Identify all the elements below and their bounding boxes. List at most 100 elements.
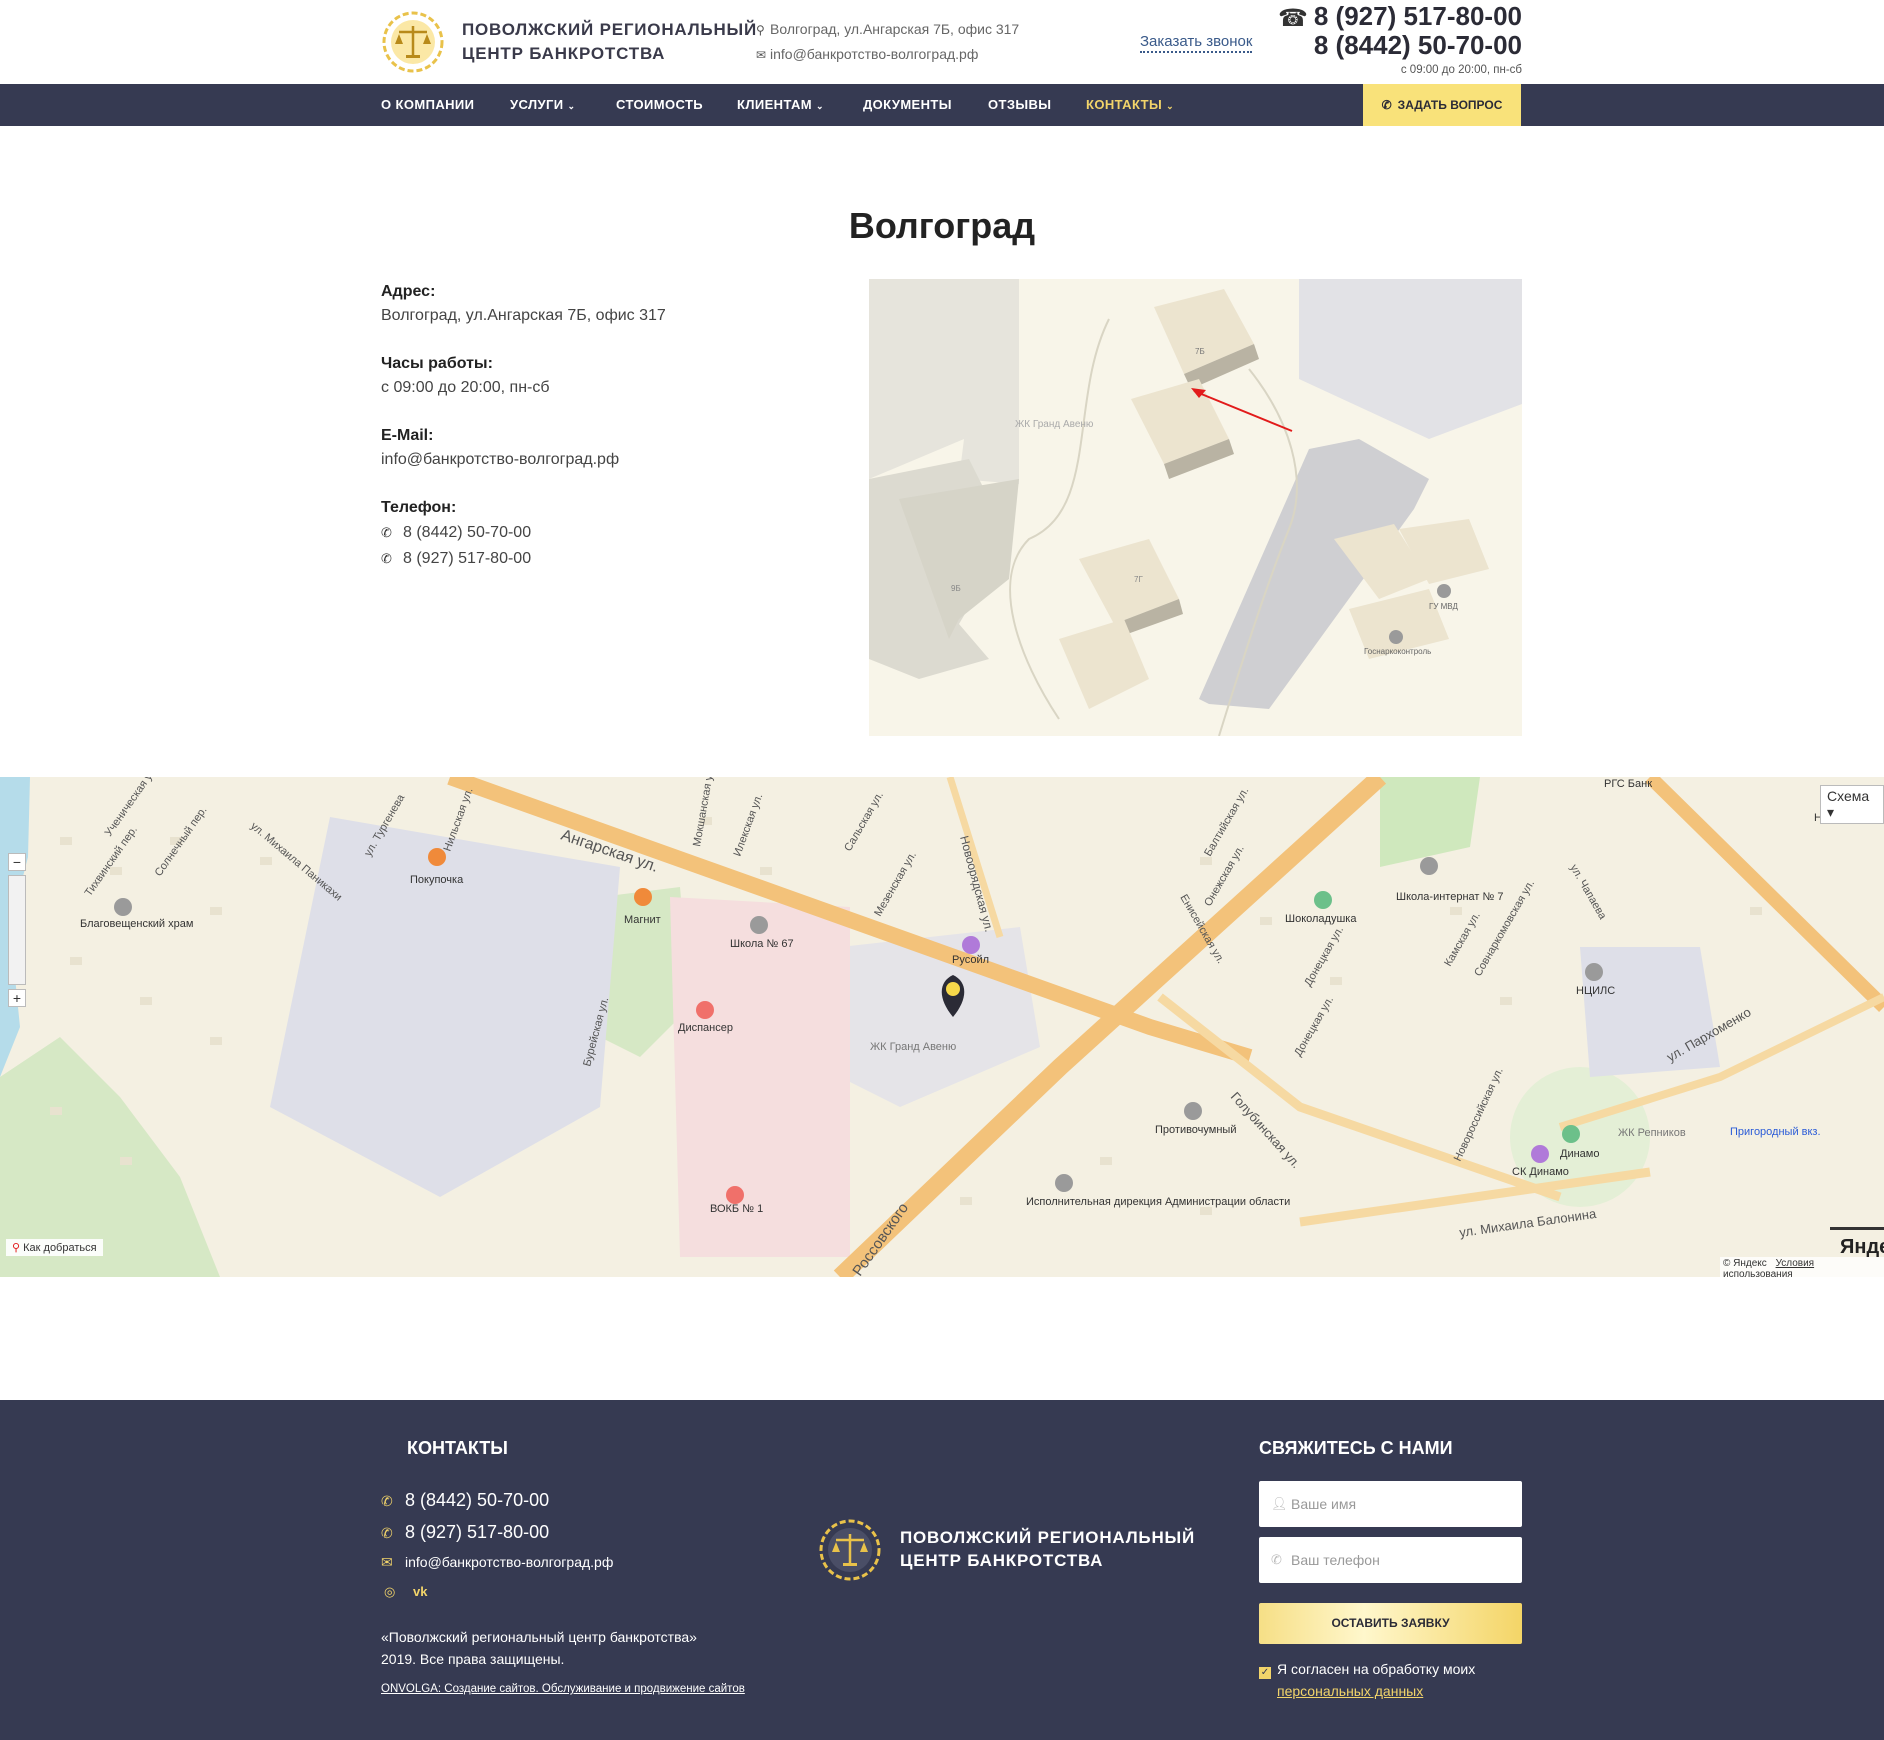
site-name-line1: Поволжский региональный	[462, 20, 757, 39]
email-label: E-Mail:	[381, 427, 434, 444]
map-poi-label: Школа-интернат № 7	[1396, 891, 1503, 903]
scales-logo-icon[interactable]	[381, 10, 445, 74]
site-name-line2: центр банкротства	[462, 44, 666, 63]
copyright-line1: «Поволжский региональный центр банкротст…	[381, 1629, 697, 1645]
header-contacts: ⚲ Волгоград, ул.Ангарская 7Б, офис 317 ✉ i…	[756, 17, 1019, 67]
nav-documents[interactable]: Документы	[863, 84, 952, 126]
user-icon: 👤︎	[1271, 1496, 1288, 1511]
nav-about[interactable]: О компании	[381, 84, 474, 126]
chevron-down-icon: ⌄	[1166, 101, 1175, 111]
map-poi-label: ВОКБ № 1	[710, 1203, 763, 1215]
phone-value: 8 (927) 517-80-00	[403, 550, 532, 567]
hours-label: Часы работы:	[381, 355, 493, 372]
phone-value: 8 (8442) 50-70-00	[403, 524, 532, 541]
nav-documents-label: Документы	[863, 97, 952, 112]
footer-contacts-title: Контакты	[407, 1438, 508, 1458]
zoom-in-button[interactable]: +	[8, 989, 26, 1007]
map-poi-label: Противочумный	[1155, 1124, 1236, 1136]
zoom-slider[interactable]	[8, 875, 26, 985]
main-nav: О компании Услуги ⌄ Стоимость Клиентам ⌄ Д…	[0, 84, 1884, 126]
vk-icon[interactable]: vk	[413, 1584, 427, 1599]
chevron-down-icon: ⌄	[816, 101, 824, 111]
developer-link[interactable]: ONVOLGA: Создание сайтов. Обслуживание и…	[381, 1683, 745, 1695]
nav-services-label: Услуги	[510, 97, 564, 112]
map-poi-label: Школа № 67	[730, 938, 794, 950]
phone-icon: ✆	[381, 551, 392, 566]
nav-clients[interactable]: Клиентам ⌄	[737, 84, 824, 126]
nav-reviews[interactable]: Отзывы	[988, 84, 1051, 126]
nav-clients-label: Клиентам	[737, 97, 812, 112]
zoom-out-button[interactable]: −	[8, 853, 26, 871]
telephone-icon: ☎	[1278, 5, 1308, 32]
header-phone-2[interactable]: 8 (8442) 50-70-00	[1314, 31, 1522, 60]
map-poi-label: Динамо	[1560, 1148, 1599, 1160]
photo-map-label: 7Г	[1134, 575, 1143, 584]
map-poi-label: Шоколадушка	[1285, 913, 1357, 925]
map-poi-label: СК Динамо	[1512, 1166, 1569, 1178]
map-type-label: Схема	[1827, 788, 1870, 804]
page: Поволжский региональный центр банкротств…	[0, 0, 1884, 1740]
footer-email-value: info@банкротство-волгоград.рф	[405, 1554, 614, 1570]
header-hours: с 09:00 до 20:00, пн-сб	[1400, 64, 1522, 76]
footer-email[interactable]: ✉ info@банкротство-волгоград.рф	[381, 1554, 613, 1571]
map-pin-icon: ⚲	[12, 1242, 21, 1254]
map-poi-label: Покупочка	[410, 874, 464, 886]
photo-map-label: ГУ МВД	[1429, 602, 1458, 611]
photo-map-label: 7Б	[1195, 347, 1205, 356]
chevron-down-icon: ▾	[1827, 804, 1835, 820]
scales-logo-icon[interactable]	[818, 1518, 882, 1582]
ask-question-button[interactable]: ✆ Задать вопрос	[1363, 84, 1521, 126]
footer-phone-1-value: 8 (8442) 50-70-00	[405, 1490, 550, 1510]
phone-icon: ✆	[381, 1493, 393, 1509]
phone-item[interactable]: ✆ 8 (927) 517-80-00	[381, 546, 781, 572]
address-value: Волгоград, ул.Ангарская 7Б, офис 317	[381, 307, 666, 324]
envelope-icon: ✉	[381, 1554, 393, 1570]
nav-price[interactable]: Стоимость	[616, 84, 703, 126]
phone-icon: ✆	[381, 1525, 393, 1541]
nav-price-label: Стоимость	[616, 97, 704, 112]
map-type-select[interactable]: Схема ▾	[1820, 785, 1884, 824]
page-title: Волгоград	[848, 205, 1036, 246]
route-button[interactable]: ⚲ Как добраться	[6, 1239, 103, 1256]
phone-input[interactable]: ✆ Ваш телефон	[1259, 1537, 1522, 1583]
nav-services[interactable]: Услуги ⌄	[510, 84, 575, 126]
photo-map-label: ЖК Гранд Авеню	[1015, 419, 1094, 430]
phone-label: Телефон:	[381, 499, 457, 516]
instagram-icon[interactable]: ◎	[384, 1584, 395, 1599]
phone-item[interactable]: ✆ 8 (8442) 50-70-00	[381, 520, 781, 546]
map-poi-label: ЖК Репников	[1618, 1127, 1686, 1139]
map-poi-label: Пригородный вкз.	[1730, 1126, 1821, 1138]
map-poi-label: Диспансер	[678, 1022, 733, 1034]
footer-phone-2[interactable]: ✆ 8 (927) 517-80-00	[381, 1522, 549, 1543]
consent-checkbox[interactable]: ✓ Я согласен на обработку моих персональн…	[1259, 1658, 1475, 1702]
footer-phone-1[interactable]: ✆ 8 (8442) 50-70-00	[381, 1490, 549, 1511]
name-placeholder: Ваше имя	[1291, 1496, 1357, 1512]
site-name[interactable]: Поволжский региональный центр банкротств…	[462, 18, 757, 66]
map-poi-label: Магнит	[624, 914, 661, 926]
site-header: Поволжский региональный центр банкротств…	[0, 0, 1884, 84]
nav-about-label: О компании	[381, 97, 475, 112]
email-value[interactable]: info@банкротство-волгоград.рф	[381, 448, 781, 472]
nav-contacts[interactable]: Контакты ⌄	[1086, 84, 1174, 126]
yandex-map[interactable]: Ангарская ул. Новоорядская ул. Голубинск…	[0, 777, 1884, 1277]
route-label: Как добраться	[23, 1242, 97, 1254]
consent-text: Я согласен на обработку моих	[1277, 1661, 1476, 1677]
phone-placeholder: Ваш телефон	[1291, 1552, 1380, 1568]
photo-map-label: Госнаркоконтроль	[1364, 647, 1431, 656]
footer-site-name-line1: Поволжский региональный	[900, 1528, 1195, 1547]
header-phone-1[interactable]: 8 (927) 517-80-00	[1314, 2, 1522, 31]
map-poi-label: НЦИЛС	[1576, 985, 1615, 997]
header-address: Волгоград, ул.Ангарская 7Б, офис 317	[770, 21, 1020, 37]
map-brand: Яндекс	[1840, 1236, 1884, 1258]
privacy-link[interactable]: персональных данных	[1277, 1683, 1423, 1699]
name-input[interactable]: 👤︎ Ваше имя	[1259, 1481, 1522, 1527]
map-poi-label: Русойл	[952, 954, 989, 966]
map-poi-label: ЖК Гранд Авеню	[870, 1041, 956, 1053]
header-phones: 8 (927) 517-80-00 8 (8442) 50-70-00 с 09…	[1314, 2, 1522, 77]
contact-info: Адрес: Волгоград, ул.Ангарская 7Б, офис …	[381, 280, 781, 572]
footer-site-name[interactable]: Поволжский региональный центр банкротств…	[900, 1526, 1195, 1572]
header-email[interactable]: info@банкротство-волгоград.рф	[770, 46, 978, 62]
callback-link[interactable]: Заказать звонок	[1140, 33, 1253, 53]
checkmark-icon[interactable]: ✓	[1259, 1667, 1271, 1679]
submit-request-button[interactable]: Оставить заявку	[1259, 1603, 1522, 1644]
